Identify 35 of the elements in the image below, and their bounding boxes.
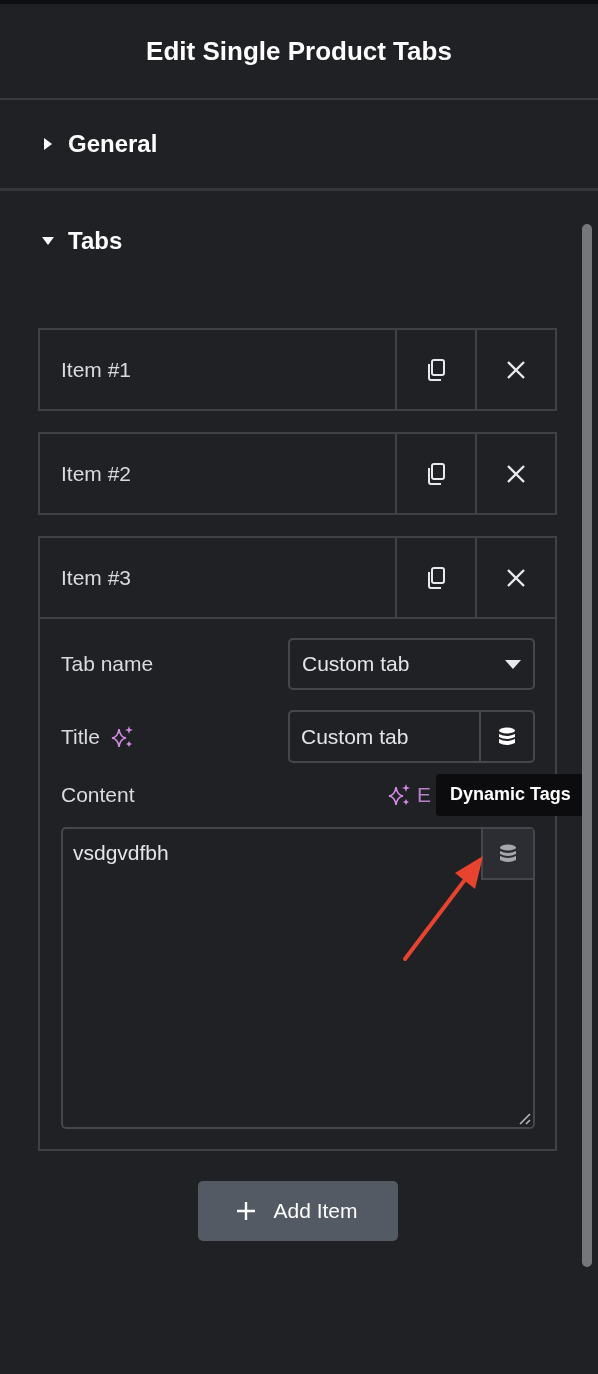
add-item-button[interactable]: Add Item [197, 1181, 398, 1241]
repeater-item-header[interactable]: Item #3 [40, 538, 555, 619]
dropdown-caret-icon [505, 659, 521, 669]
field-label: Content [61, 783, 135, 807]
plus-icon [237, 1202, 256, 1220]
tooltip: Dynamic Tags [436, 774, 585, 816]
close-icon [506, 567, 526, 588]
item-label: Item #3 [60, 564, 133, 591]
edit-with-ai-link[interactable]: E [387, 783, 431, 807]
section-toggle[interactable]: General [0, 100, 560, 188]
close-icon [506, 463, 526, 484]
section-toggle[interactable]: Tabs [0, 191, 560, 291]
copy-icon [425, 357, 447, 382]
close-icon [506, 359, 526, 380]
tab-name-select[interactable]: Custom tab [288, 638, 535, 690]
item-label: Item #2 [60, 460, 133, 487]
title-input[interactable]: Custom tab [288, 710, 535, 763]
database-icon [499, 843, 517, 864]
copy-icon [425, 565, 447, 590]
copy-icon [425, 461, 447, 486]
scrollbar[interactable] [582, 224, 592, 1267]
field-label: Tab name [61, 652, 154, 676]
field-label: Title [61, 724, 100, 749]
resize-handle-icon[interactable] [519, 1113, 531, 1125]
repeater-item-header[interactable]: Item #1 [40, 330, 555, 409]
caret-icon [41, 235, 55, 247]
panel-title: Edit Single Product Tabs [146, 35, 452, 67]
sparkle-icon [387, 783, 411, 807]
database-icon [498, 726, 516, 747]
caret-icon [42, 137, 54, 151]
repeater-item-header[interactable]: Item #2 [40, 434, 555, 513]
dynamic-tags-button[interactable] [481, 829, 533, 880]
content-textarea[interactable]: vsdgvdfbh [61, 827, 535, 1129]
item-label: Item #1 [60, 356, 133, 383]
sparkle-icon[interactable] [109, 724, 134, 749]
